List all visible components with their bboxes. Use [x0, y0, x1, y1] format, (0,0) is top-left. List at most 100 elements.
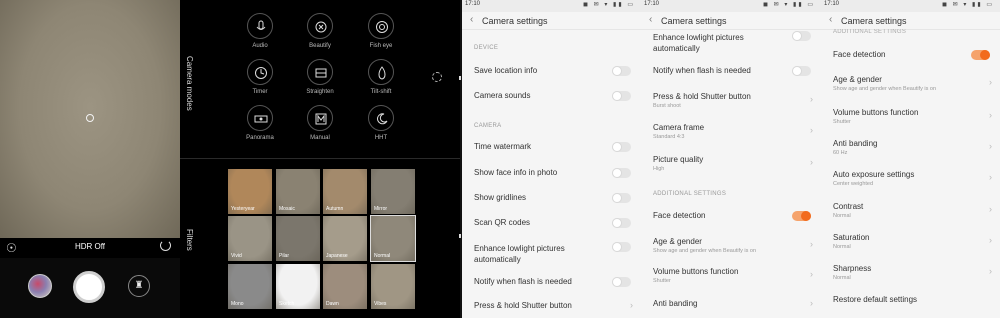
- edge-handle: [459, 234, 461, 238]
- setting-scan-qr-codes[interactable]: Scan QR codes: [462, 216, 641, 240]
- setting-label: Volume buttons function: [833, 108, 919, 117]
- status-bar: 17:10 ◼ ✉ ▾ ▮▮ ▭: [641, 0, 821, 12]
- back-icon[interactable]: ‹: [829, 15, 832, 25]
- setting-camera-frame[interactable]: Camera frame Standard 4:3 ›: [641, 121, 821, 145]
- setting-show-gridlines[interactable]: Show gridlines: [462, 191, 641, 215]
- setting-toggle[interactable]: [612, 168, 631, 178]
- setting-toggle[interactable]: [612, 218, 631, 228]
- filter-label: Mirror: [374, 206, 388, 212]
- mode-fish-eye[interactable]: Fish eye: [356, 13, 406, 49]
- setting-toggle[interactable]: [971, 50, 990, 60]
- setting-camera-sounds[interactable]: Camera sounds: [462, 89, 641, 113]
- setting-press-hold-shutter-button[interactable]: Press & hold Shutter button ›: [462, 299, 641, 318]
- setting-toggle[interactable]: [792, 31, 811, 41]
- filter-japanese[interactable]: Japanese: [323, 216, 367, 261]
- setting-label: Contrast: [833, 202, 864, 211]
- manual-icon: [307, 105, 333, 131]
- setting-value: Standard 4:3: [653, 134, 685, 140]
- filter-normal[interactable]: Normal: [370, 215, 416, 262]
- setting-enhance-lowlight-pictures[interactable]: Enhance lowlight pictures automatically: [641, 31, 821, 55]
- setting-restore-default-settings[interactable]: Restore default settings: [821, 293, 1000, 317]
- setting-toggle[interactable]: [612, 242, 631, 252]
- setting-toggle[interactable]: [612, 91, 631, 101]
- setting-label: Notify when flash is needed: [653, 66, 751, 75]
- setting-toggle[interactable]: [612, 66, 631, 76]
- filter-dawn[interactable]: Dawn: [323, 264, 367, 309]
- mode-tilt-shift[interactable]: Tilt-shift: [356, 59, 406, 95]
- setting-label: Camera sounds: [474, 91, 531, 100]
- switch-camera-icon[interactable]: [160, 240, 171, 251]
- setting-toggle[interactable]: [612, 277, 631, 287]
- back-icon[interactable]: ‹: [470, 15, 473, 25]
- gallery-thumbnail[interactable]: [28, 274, 52, 298]
- setting-anti-banding[interactable]: Anti banding 60 Hz ›: [821, 137, 1000, 161]
- chevron-right-icon: ›: [810, 125, 813, 135]
- mode-label: Fish eye: [369, 43, 393, 49]
- setting-sharpness[interactable]: Sharpness Normal ›: [821, 262, 1000, 286]
- mode-panorama[interactable]: Panorama: [235, 105, 285, 141]
- filter-vibes[interactable]: Vibes: [371, 264, 415, 309]
- setting-toggle[interactable]: [612, 193, 631, 203]
- camera-top-bar: ☉ HDR Off: [0, 238, 180, 258]
- setting-anti-banding[interactable]: Anti banding ›: [641, 297, 821, 318]
- setting-press-hold-shutter-button[interactable]: Press & hold Shutter button Burst shoot ›: [641, 90, 821, 114]
- filter-sketch[interactable]: Sketch: [276, 264, 320, 309]
- page-title: Camera settings: [482, 16, 548, 26]
- setting-picture-quality[interactable]: Picture quality High ›: [641, 153, 821, 177]
- setting-age-gender[interactable]: Age & gender Show age and gender when Bea…: [641, 235, 821, 259]
- chevron-right-icon: ›: [989, 266, 992, 276]
- shutter-button[interactable]: [73, 271, 105, 303]
- camera-settings-screen-3: 17:10 ◼ ✉ ▾ ▮▮ ▭ ‹ Camera settings ADDIT…: [821, 0, 1000, 318]
- mode-timer[interactable]: Timer: [235, 59, 285, 95]
- chevron-right-icon: ›: [810, 157, 813, 167]
- filter-mirror[interactable]: Mirror: [371, 169, 415, 214]
- setting-auto-exposure-settings[interactable]: Auto exposure settings Center weighted ›: [821, 168, 1000, 192]
- mode-hht[interactable]: HHT: [356, 105, 406, 141]
- setting-save-location-info[interactable]: Save location info: [462, 64, 641, 88]
- status-bar: 17:10 ◼ ✉ ▾ ▮▮ ▭: [821, 0, 1000, 12]
- mode-audio[interactable]: Audio: [235, 13, 285, 49]
- setting-volume-buttons-function[interactable]: Volume buttons function Shutter ›: [821, 106, 1000, 130]
- setting-label: Enhance lowlight pictures: [653, 33, 744, 42]
- setting-show-face-info-in-photo[interactable]: Show face info in photo: [462, 166, 641, 190]
- setting-toggle[interactable]: [612, 142, 631, 152]
- setting-time-watermark[interactable]: Time watermark: [462, 140, 641, 164]
- hdr-toggle[interactable]: HDR Off: [0, 242, 180, 251]
- settings-gear-icon[interactable]: [432, 72, 442, 82]
- setting-notify-when-flash-is-needed[interactable]: Notify when flash is needed: [641, 64, 821, 88]
- setting-enhance-lowlight-pictures[interactable]: Enhance lowlight pictures automatically: [462, 242, 641, 266]
- setting-label: Anti banding: [653, 299, 698, 308]
- setting-label: Picture quality: [653, 155, 704, 164]
- chevron-right-icon: ›: [630, 300, 633, 310]
- filter-autumn[interactable]: Autumn: [323, 169, 367, 214]
- chevron-right-icon: ›: [989, 172, 992, 182]
- setting-label: Volume buttons function: [653, 267, 739, 276]
- setting-toggle[interactable]: [792, 211, 811, 221]
- setting-face-detection[interactable]: Face detection: [821, 48, 1000, 72]
- filter-pilar[interactable]: Pilar: [276, 216, 320, 261]
- mode-label: Straighten: [306, 89, 334, 95]
- setting-value: High: [653, 166, 665, 172]
- back-icon[interactable]: ‹: [649, 15, 652, 25]
- status-icons: ◼ ✉ ▾ ▮▮ ▭: [942, 2, 994, 8]
- setting-contrast[interactable]: Contrast Normal ›: [821, 200, 1000, 224]
- mode-manual[interactable]: Manual: [295, 105, 345, 141]
- camera-mode-icon[interactable]: ♜: [128, 275, 150, 297]
- setting-face-detection[interactable]: Face detection: [641, 209, 821, 233]
- filter-mosaic[interactable]: Mosaic: [276, 169, 320, 214]
- filter-mono[interactable]: Mono: [228, 264, 272, 309]
- mode-beautify[interactable]: Beautify: [295, 13, 345, 49]
- filter-vivid[interactable]: Vivid: [228, 216, 272, 261]
- setting-notify-when-flash-is-needed[interactable]: Notify when flash is needed: [462, 275, 641, 299]
- mode-straighten[interactable]: Straighten: [295, 59, 345, 95]
- filter-yesteryear[interactable]: Yesteryear: [228, 169, 272, 214]
- mode-label: Panorama: [246, 135, 274, 141]
- setting-age-gender[interactable]: Age & gender Show age and gender when Bea…: [821, 73, 1000, 97]
- setting-value: 60 Hz: [833, 150, 848, 156]
- setting-volume-buttons-function[interactable]: Volume buttons function Shutter ›: [641, 265, 821, 289]
- viewfinder[interactable]: [0, 0, 180, 238]
- filter-label: Normal: [374, 253, 391, 259]
- setting-saturation[interactable]: Saturation Normal ›: [821, 231, 1000, 255]
- setting-toggle[interactable]: [792, 66, 811, 76]
- toggle-knob: [612, 142, 622, 152]
